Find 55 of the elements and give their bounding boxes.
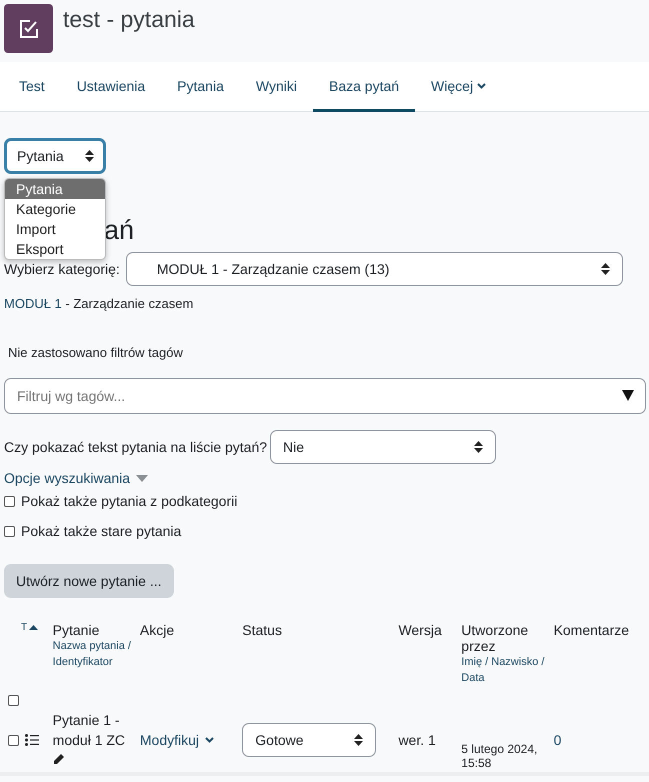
sort-icon	[85, 150, 94, 162]
column-header[interactable]: Utworzone przez	[461, 622, 548, 654]
field-label: Czy pokazać tekst pytania na liście pytań?	[4, 439, 268, 455]
comments-link[interactable]: 0	[554, 732, 562, 748]
menu-option[interactable]: Kategorie	[5, 199, 105, 219]
section-heading: ań	[104, 214, 136, 247]
dropdown-icon	[622, 390, 634, 401]
chevron-icon	[205, 737, 214, 743]
column-header[interactable]: Akcje	[140, 622, 236, 638]
nav-tab[interactable]: Test	[3, 62, 61, 112]
column-subheader[interactable]: Nazwa pytania / Identyfikator	[52, 638, 134, 670]
checkbox-label: Pokaż także stare pytania	[21, 523, 182, 539]
column-header[interactable]: Pytanie	[52, 622, 134, 638]
nav-tab[interactable]: Więcej	[415, 62, 502, 112]
sort-icon	[354, 734, 364, 746]
menu-option[interactable]: Pytania	[5, 179, 105, 199]
category-path: MODUŁ 1 - Zarządzanie czasem	[4, 296, 194, 311]
menu-option[interactable]: Import	[5, 219, 105, 239]
filter-note: Nie zastosowano filtrów tagów	[8, 345, 184, 360]
sort-icon	[600, 263, 610, 275]
table-cell: wer. 1	[398, 732, 436, 748]
column-subheader[interactable]: Imię / Nazwisko / Data	[461, 654, 548, 686]
status-select[interactable]: Gotowe	[242, 723, 376, 757]
checkbox[interactable]	[8, 734, 19, 746]
tag-filter-field[interactable]: Filtruj wg tagów...	[4, 378, 646, 414]
nav-tab[interactable]: Ustawienia	[60, 62, 162, 112]
sort-icon	[474, 441, 484, 453]
sort-ascending-icon	[29, 625, 38, 630]
nav-tab[interactable]: Wyniki	[240, 62, 313, 112]
page-select[interactable]: Pytania	[4, 138, 106, 174]
list-icon	[25, 734, 39, 746]
question-name: Pytanie 1 - moduł 1 ZC	[52, 712, 126, 748]
search-options-toggle[interactable]: Opcje wyszukiwania	[4, 470, 649, 486]
checkbox-label: Pokaż także pytania z podkategorii	[21, 493, 238, 509]
column-header[interactable]: Wersja	[398, 622, 456, 638]
nav-tab[interactable]: Pytania	[161, 62, 240, 112]
caret-icon	[136, 474, 148, 482]
category-select[interactable]: MODUŁ 1 - Zarządzanie czasem (13)	[126, 252, 623, 286]
checkbox[interactable]	[8, 695, 19, 706]
nav-tab[interactable]: Baza pytań	[312, 62, 416, 112]
sort-link[interactable]: T	[21, 622, 28, 633]
table-cell: 5 lutego 2024, 15:58	[461, 742, 538, 770]
create-question-button[interactable]: Utwórz nowe pytanie ...	[4, 564, 174, 598]
checkbox[interactable]	[4, 496, 15, 506]
pencil-icon[interactable]	[52, 753, 65, 765]
field-label: Wybierz kategorię:	[4, 261, 120, 277]
menu-option[interactable]: Eksport	[5, 239, 105, 259]
checkbox[interactable]	[4, 526, 15, 536]
quiz-icon	[4, 4, 53, 53]
chevron-icon	[477, 82, 486, 88]
column-header[interactable]: Status	[242, 622, 392, 638]
show-text-select[interactable]: Nie	[270, 430, 496, 464]
column-header[interactable]: Komentarze	[554, 622, 647, 638]
actions-menu[interactable]: Modyfikuj	[140, 732, 234, 748]
page-title: test - pytania	[63, 6, 195, 33]
